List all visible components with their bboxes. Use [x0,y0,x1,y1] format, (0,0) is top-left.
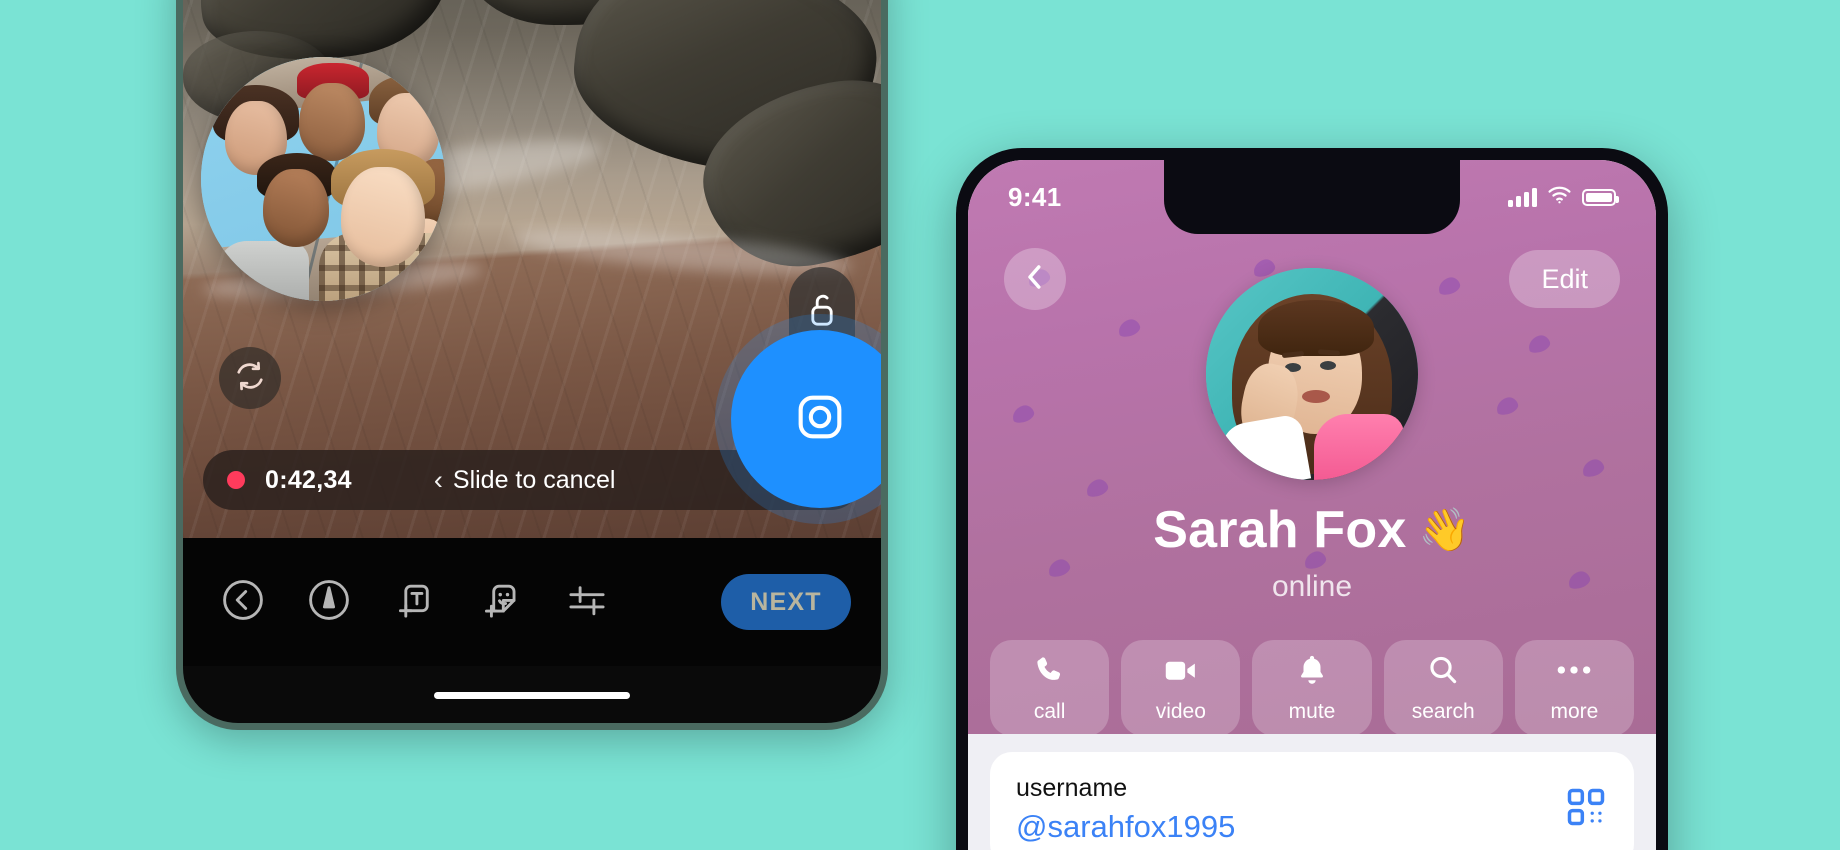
add-text-icon [392,577,438,628]
recording-timer: 0:42,34 [265,465,352,494]
username-card[interactable]: username @sarahfox1995 [990,752,1634,850]
call-button[interactable]: call [990,640,1110,736]
phone-icon [1033,653,1067,692]
battery-full-icon [1582,188,1619,206]
search-button[interactable]: search [1383,640,1503,736]
cellular-bars-icon [1508,187,1537,207]
pen-draw-icon [306,577,352,628]
edit-button[interactable]: Edit [1509,250,1620,308]
slide-to-cancel[interactable]: ‹ Slide to cancel [434,466,616,495]
profile-content-sheet: username @sarahfox1995 [968,734,1656,850]
edit-button-label: Edit [1541,263,1588,294]
more-button-label: more [1550,699,1599,723]
person-face [299,83,365,161]
add-sticker-button[interactable] [471,572,531,632]
video-button-label: video [1155,699,1206,723]
unlocked-padlock-icon [805,290,839,335]
capture-icon [791,388,849,451]
video-message-bubble[interactable] [201,57,445,301]
avatar-pink-garment [1314,414,1404,480]
waving-hand-icon: 👋 [1418,506,1471,553]
add-text-button[interactable] [385,572,445,632]
person-face [341,167,425,267]
profile-nav-row: Edit [968,244,1656,314]
slide-to-cancel-label: Slide to cancel [452,465,616,494]
back-chevron-circle-icon [220,577,266,628]
adjust-sliders-icon [564,577,610,628]
adjust-button[interactable] [557,572,617,632]
status-time: 9:41 [1008,181,1062,212]
wifi-icon [1547,185,1572,209]
page-title: Sarah Fox [1153,501,1407,559]
qr-code-icon[interactable] [1564,785,1608,834]
person-torso [217,241,309,301]
recording-indicator-dot [227,471,245,489]
bell-icon [1296,653,1328,692]
video-camera-icon [1163,653,1199,692]
camera-flip-icon [232,358,268,399]
draw-button[interactable] [299,572,359,632]
next-button-label: NEXT [750,587,822,616]
magnifier-icon [1426,653,1460,692]
profile-screen: 9:41 Edit Sarah Fox 👋 online call video … [968,160,1656,850]
search-button-label: search [1411,699,1475,723]
add-sticker-icon [478,577,524,628]
chevron-left-icon: ‹ [433,464,443,495]
editor-toolbar: NEXT [183,538,881,666]
more-button[interactable]: more [1514,640,1635,736]
camera-flip-button[interactable] [219,347,281,409]
status-badge: online [1271,570,1353,603]
next-button[interactable]: NEXT [721,574,851,630]
avatar-lips [1302,390,1330,403]
chevron-left-icon [1022,262,1048,297]
camera-viewfinder[interactable]: 0:42,34 ‹ Slide to cancel [183,0,881,538]
profile-name-row: Sarah Fox 👋 [968,500,1656,560]
call-button-label: call [1033,699,1066,723]
mute-button[interactable]: mute [1252,640,1372,736]
avatar-eye [1320,361,1336,370]
profile-actions: call video mute search more [968,640,1656,736]
username-label: username [1016,773,1128,802]
home-indicator [434,692,630,699]
mute-button-label: mute [1288,699,1336,723]
left-phone-frame: 0:42,34 ‹ Slide to cancel NEXT [176,0,888,730]
person-face [263,169,329,247]
back-button[interactable] [1004,248,1066,310]
ellipsis-icon [1555,653,1593,692]
username-value[interactable]: @sarahfox1995 [1016,809,1235,845]
video-button[interactable]: video [1121,640,1241,736]
back-button[interactable] [213,572,273,632]
status-bar: 9:41 [968,160,1656,234]
right-phone-frame: 9:41 Edit Sarah Fox 👋 online call video … [956,148,1668,850]
